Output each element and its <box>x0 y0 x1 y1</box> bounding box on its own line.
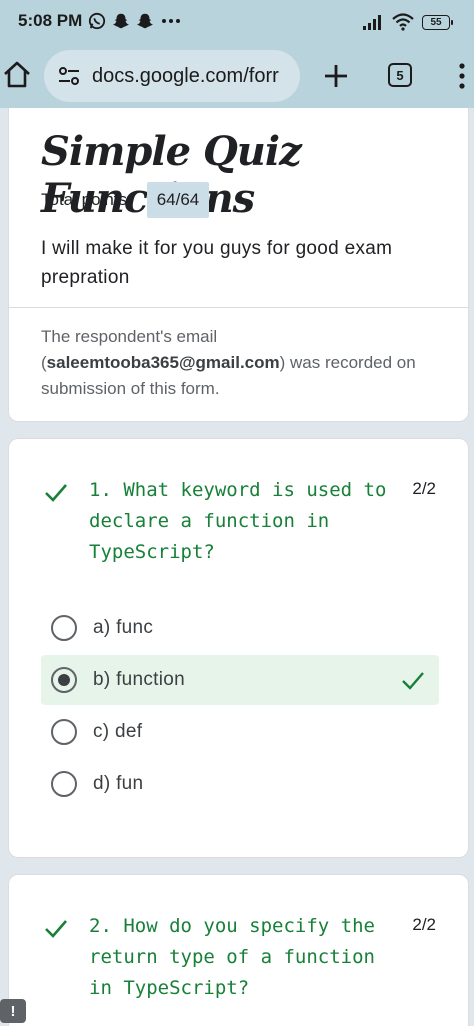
battery-level: 55 <box>430 16 442 28</box>
question-score: 2/2 <box>412 915 436 934</box>
radio-button[interactable] <box>51 771 77 797</box>
option-label: a) func <box>93 617 154 638</box>
option-b-selected[interactable]: b) function <box>41 655 439 705</box>
respondent-email: saleemtooba365@gmail.com <box>46 353 280 372</box>
option-label: d) fun <box>93 773 144 794</box>
battery-indicator: 55 <box>422 14 453 30</box>
email-recorded-note: The respondent's email (saleemtooba365@g… <box>41 327 416 398</box>
notification-icons <box>88 11 182 31</box>
question-text: 1. What keyword is used to declare a fun… <box>89 479 387 563</box>
status-bar: 5:08 PM 55 <box>0 0 474 44</box>
option-label: c) def <box>93 721 143 742</box>
question-text: 2. How do you specify the return type of… <box>89 915 375 999</box>
browser-toolbar: docs.google.com/forr 5 <box>0 44 474 108</box>
tab-switcher-button[interactable]: 5 <box>388 63 412 87</box>
more-dots-icon <box>162 19 180 23</box>
wifi-icon <box>392 13 414 31</box>
radio-button-selected[interactable] <box>51 667 77 693</box>
address-bar[interactable]: docs.google.com/forr <box>44 50 300 102</box>
option-c[interactable]: c) def <box>41 707 439 757</box>
radio-button[interactable] <box>51 719 77 745</box>
signal-icon <box>363 15 381 30</box>
correct-check-icon <box>45 920 67 938</box>
tab-count: 5 <box>396 67 404 83</box>
question-card-1: 1. What keyword is used to declare a fun… <box>8 438 469 858</box>
correct-check-icon <box>45 484 67 502</box>
report-issue-icon[interactable]: ! <box>0 999 26 1023</box>
question-card-2: 2. How do you specify the return type of… <box>8 874 469 1026</box>
form-header-card: Simple Quiz Functions Total points 64/64… <box>8 108 469 422</box>
option-a[interactable]: a) func <box>41 603 439 653</box>
radio-button[interactable] <box>51 615 77 641</box>
more-vert-icon[interactable] <box>454 60 470 92</box>
total-points-label: Total points <box>41 190 127 209</box>
status-time: 5:08 PM <box>18 11 83 30</box>
site-settings-icon[interactable] <box>58 67 80 85</box>
new-tab-icon[interactable] <box>320 60 352 92</box>
option-d[interactable]: d) fun <box>41 759 439 809</box>
system-icons: 55 <box>362 12 453 32</box>
divider <box>9 307 468 308</box>
snapchat-icon <box>112 13 130 29</box>
total-points-badge: 64/64 <box>147 182 209 218</box>
correct-answer-check-icon <box>402 672 424 690</box>
home-icon[interactable] <box>0 58 34 92</box>
option-label: b) function <box>93 669 186 690</box>
whatsapp-icon <box>88 12 106 30</box>
question-score: 2/2 <box>412 479 436 498</box>
url-text: docs.google.com/forr <box>92 64 279 87</box>
snapchat-icon <box>136 13 154 29</box>
form-description: I will make it for you guys for good exa… <box>41 238 393 288</box>
